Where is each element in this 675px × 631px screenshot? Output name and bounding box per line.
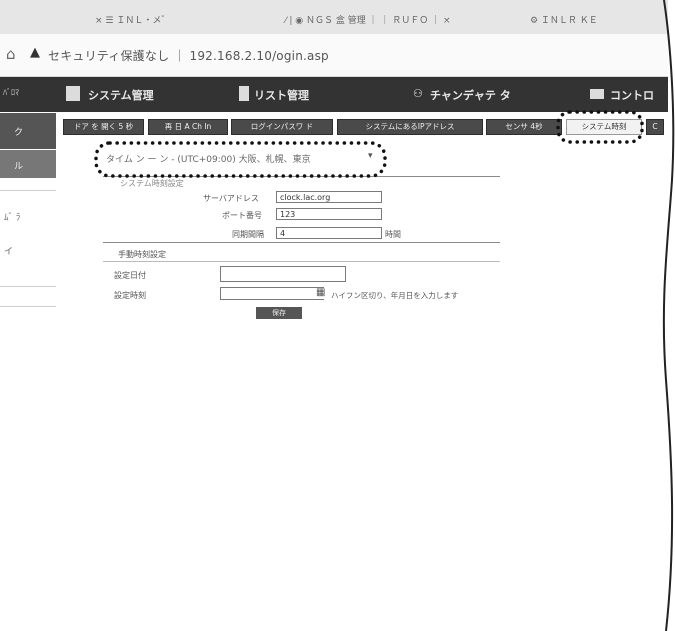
annotation-layer — [94, 0, 675, 631]
highlight-oval-timezone — [94, 141, 387, 178]
page-curl-edge — [662, 0, 675, 631]
highlight-oval-system-time-tab — [556, 110, 644, 144]
